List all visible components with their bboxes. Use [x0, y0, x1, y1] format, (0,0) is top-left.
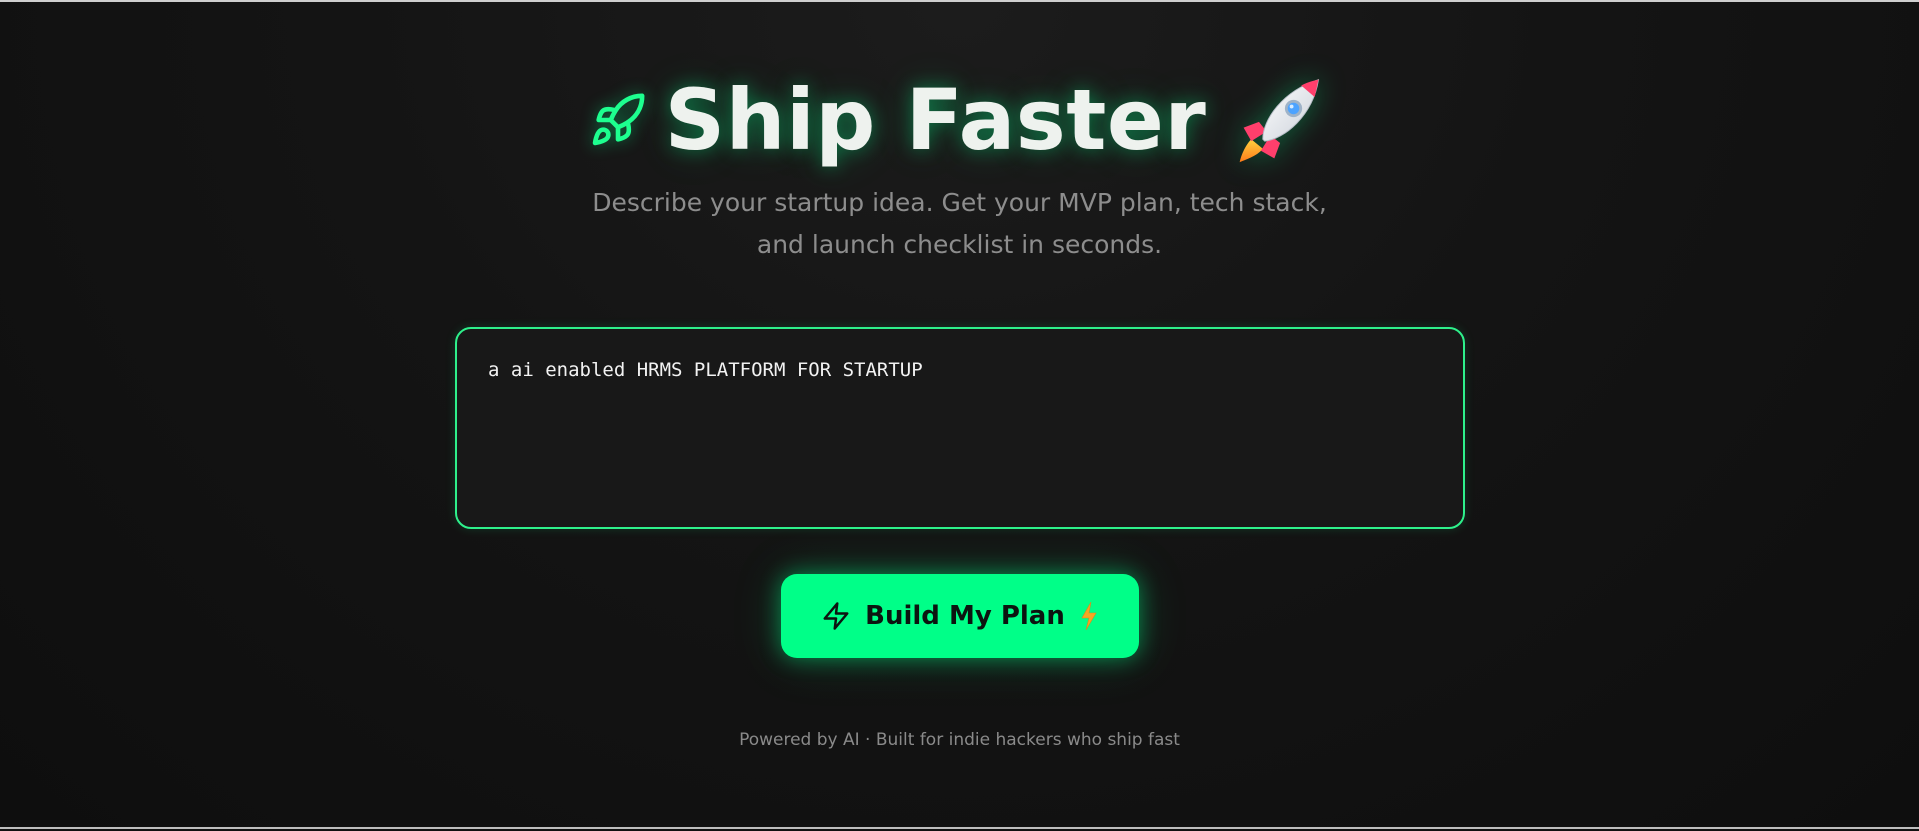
app-window: Ship Faster Describe your startup idea. … — [0, 0, 1919, 829]
idea-input[interactable]: a ai enabled HRMS PLATFORM FOR STARTUP — [488, 357, 1432, 499]
build-plan-button[interactable]: Build My Plan — [781, 574, 1139, 658]
idea-input-container: a ai enabled HRMS PLATFORM FOR STARTUP — [455, 327, 1465, 529]
page-title: Ship Faster — [664, 71, 1207, 169]
high-voltage-icon — [1079, 601, 1099, 631]
lightning-bolt-icon — [821, 601, 851, 631]
rocket-emoji-icon — [1234, 72, 1330, 168]
footer-text: Powered by AI · Built for indie hackers … — [739, 730, 1180, 750]
rocket-outline-icon — [589, 91, 647, 149]
subtitle-line-2: and launch checklist in seconds. — [756, 230, 1163, 259]
build-plan-button-label: Build My Plan — [865, 601, 1065, 631]
subtitle-line-1: Describe your startup idea. Get your MVP… — [592, 188, 1327, 217]
hero-header: Ship Faster — [0, 72, 1919, 168]
page-subtitle: Describe your startup idea. Get your MVP… — [0, 182, 1919, 266]
